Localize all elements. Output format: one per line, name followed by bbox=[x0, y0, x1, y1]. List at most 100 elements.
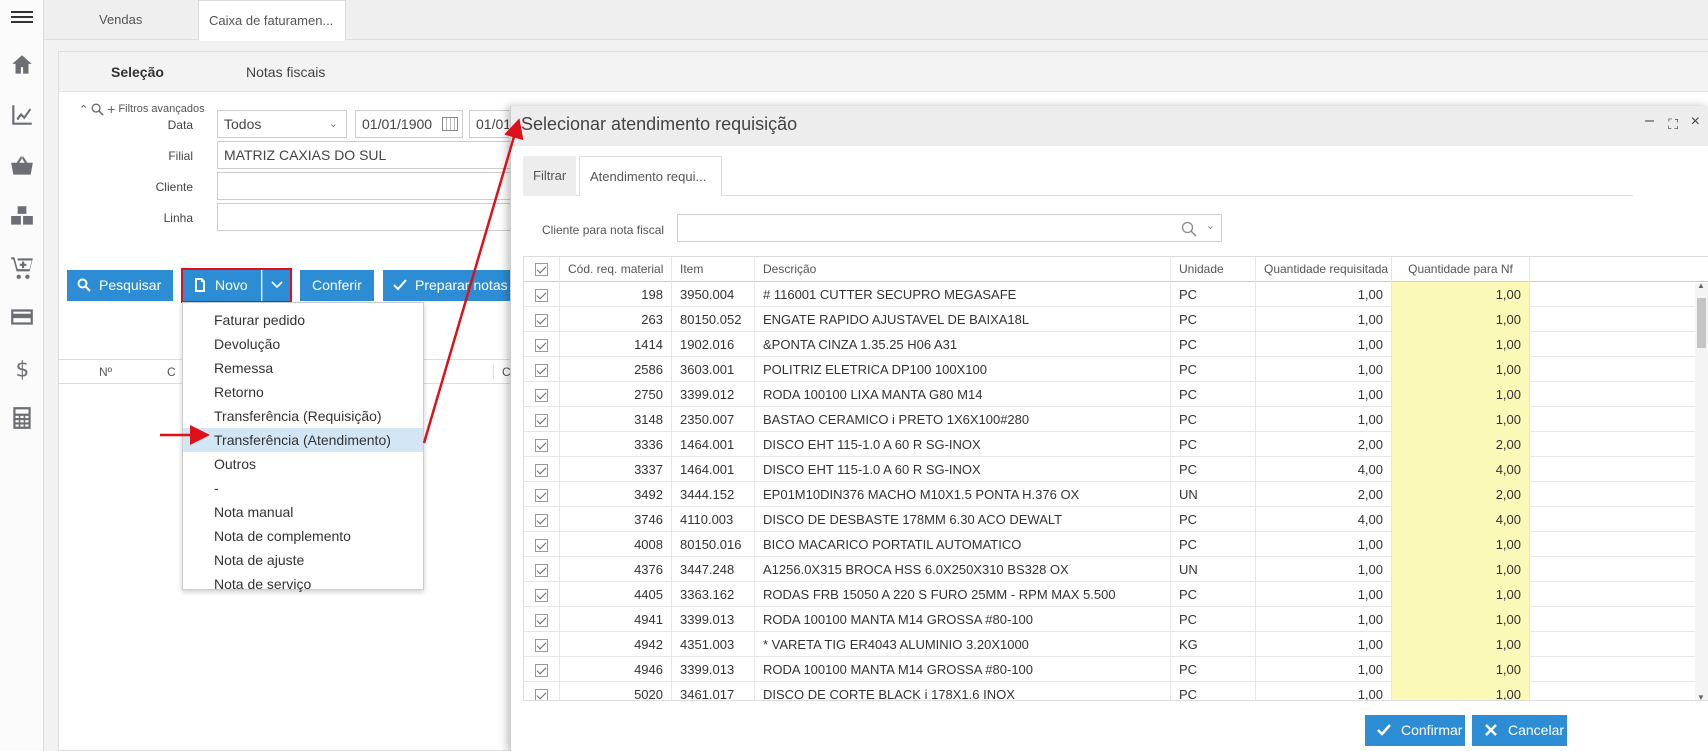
row-checkbox[interactable] bbox=[524, 457, 560, 482]
linha-input[interactable] bbox=[217, 203, 517, 231]
cell-quantidade-nf[interactable]: 1,00 bbox=[1392, 682, 1530, 700]
cell-quantidade-nf[interactable]: 1,00 bbox=[1392, 307, 1530, 332]
novo-dropdown-toggle[interactable] bbox=[262, 270, 290, 301]
col-numero[interactable]: Nº bbox=[99, 365, 112, 379]
col-cod-req[interactable]: Cód. req. material bbox=[560, 257, 672, 282]
confirmar-button[interactable]: Confirmar bbox=[1365, 715, 1465, 746]
cart-add-icon[interactable] bbox=[9, 254, 35, 280]
menu-item-retorno[interactable]: Retorno bbox=[183, 380, 423, 404]
row-checkbox[interactable] bbox=[524, 682, 560, 700]
row-checkbox[interactable] bbox=[524, 657, 560, 682]
menu-item-outros[interactable]: Outros bbox=[183, 452, 423, 476]
tab-atendimento-requisicao[interactable]: Atendimento requi... bbox=[579, 156, 722, 197]
table-row[interactable]: 4942 4351.003 * VARETA TIG ER4043 ALUMINIO… bbox=[524, 632, 1708, 657]
table-row[interactable]: 2586 3603.001 POLITRIZ ELETRICA DP100 100X… bbox=[524, 357, 1708, 382]
table-row[interactable]: 3492 3444.152 EP01M10DIN376 MACHO M10X1.5 … bbox=[524, 482, 1708, 507]
table-row[interactable]: 3746 4110.003 DISCO DE DESBASTE 178MM 6.30… bbox=[524, 507, 1708, 532]
row-checkbox[interactable] bbox=[524, 282, 560, 307]
filial-input[interactable]: MATRIZ CAXIAS DO SUL bbox=[217, 141, 517, 169]
table-row[interactable]: 4376 3447.248 A1256.0X315 BROCA HSS 6.0X25… bbox=[524, 557, 1708, 582]
cell-quantidade-nf[interactable]: 1,00 bbox=[1392, 407, 1530, 432]
cell-quantidade-nf[interactable]: 4,00 bbox=[1392, 507, 1530, 532]
close-icon[interactable]: × bbox=[1691, 113, 1700, 131]
row-checkbox[interactable] bbox=[524, 382, 560, 407]
col-quantidade-requisitada[interactable]: Quantidade requisitada bbox=[1256, 257, 1392, 282]
row-checkbox[interactable] bbox=[524, 582, 560, 607]
col-quantidade-nf[interactable]: Quantidade para Nf bbox=[1392, 257, 1530, 282]
home-icon[interactable] bbox=[9, 52, 35, 78]
row-checkbox[interactable] bbox=[524, 632, 560, 657]
table-row[interactable]: 198 3950.004 # 116001 CUTTER SECUPRO MEGAS… bbox=[524, 282, 1708, 307]
maximize-icon[interactable]: ⛶ bbox=[1668, 116, 1678, 133]
row-checkbox[interactable] bbox=[524, 557, 560, 582]
row-checkbox[interactable] bbox=[524, 357, 560, 382]
cell-quantidade-nf[interactable]: 1,00 bbox=[1392, 532, 1530, 557]
preparar-notas-button[interactable]: Preparar notas bbox=[383, 270, 511, 301]
menu-item-nota-servico[interactable]: Nota de serviço bbox=[183, 572, 423, 596]
table-row[interactable]: 4941 3399.013 RODA 100100 MANTA M14 GROSSA… bbox=[524, 607, 1708, 632]
cell-quantidade-nf[interactable]: 1,00 bbox=[1392, 382, 1530, 407]
table-row[interactable]: 4405 3363.162 RODAS FRB 15050 A 220 S FURO… bbox=[524, 582, 1708, 607]
menu-item-nota-complemento[interactable]: Nota de complemento bbox=[183, 524, 423, 548]
row-checkbox[interactable] bbox=[524, 532, 560, 557]
scroll-up-icon[interactable]: ▲ bbox=[1697, 281, 1705, 290]
boxes-icon[interactable] bbox=[9, 203, 35, 229]
conferir-button[interactable]: Conferir bbox=[300, 270, 374, 301]
data-select[interactable]: Todos ⌄ bbox=[217, 110, 347, 138]
menu-item-remessa[interactable]: Remessa bbox=[183, 356, 423, 380]
cell-quantidade-nf[interactable]: 1,00 bbox=[1392, 557, 1530, 582]
calculator-icon[interactable] bbox=[9, 405, 35, 431]
grid-scrollbar[interactable]: ▲ ▼ bbox=[1695, 281, 1708, 700]
cell-quantidade-nf[interactable]: 1,00 bbox=[1392, 357, 1530, 382]
row-checkbox[interactable] bbox=[524, 307, 560, 332]
menu-item-faturar-pedido[interactable]: Faturar pedido bbox=[183, 308, 423, 332]
cliente-input[interactable] bbox=[217, 172, 517, 200]
col-item[interactable]: Item bbox=[672, 257, 755, 282]
tab-selecao[interactable]: Seleção bbox=[111, 52, 164, 92]
chevron-down-icon[interactable]: ⌄ bbox=[1206, 219, 1215, 232]
tab-vendas[interactable]: Vendas bbox=[89, 0, 152, 40]
cancelar-button[interactable]: Cancelar bbox=[1472, 715, 1567, 746]
advanced-filters-toggle[interactable]: ⌃ + Filtros avançados bbox=[79, 101, 205, 117]
cell-quantidade-nf[interactable]: 1,00 bbox=[1392, 582, 1530, 607]
date-from-input[interactable]: 01/01/1900 bbox=[355, 110, 463, 138]
row-checkbox[interactable] bbox=[524, 507, 560, 532]
table-row[interactable]: 5020 3461.017 DISCO DE CORTE BLACK i 178X1… bbox=[524, 682, 1708, 700]
menu-item-transferencia-requisicao[interactable]: Transferência (Requisição) bbox=[183, 404, 423, 428]
row-checkbox[interactable] bbox=[524, 332, 560, 357]
row-checkbox[interactable] bbox=[524, 407, 560, 432]
cell-quantidade-nf[interactable]: 1,00 bbox=[1392, 282, 1530, 307]
menu-item-nota-ajuste[interactable]: Nota de ajuste bbox=[183, 548, 423, 572]
search-icon[interactable] bbox=[1181, 221, 1197, 237]
credit-card-icon[interactable] bbox=[9, 304, 35, 330]
pesquisar-button[interactable]: Pesquisar bbox=[67, 270, 173, 301]
table-row[interactable]: 263 80150.052 ENGATE RAPIDO AJUSTAVEL DE B… bbox=[524, 307, 1708, 332]
table-row[interactable]: 4946 3399.013 RODA 100100 MANTA M14 GROSSA… bbox=[524, 657, 1708, 682]
tab-notas-fiscais[interactable]: Notas fiscais bbox=[246, 52, 325, 92]
cell-quantidade-nf[interactable]: 2,00 bbox=[1392, 482, 1530, 507]
menu-icon[interactable] bbox=[11, 8, 33, 26]
cliente-nota-fiscal-input[interactable]: ⌄ bbox=[677, 214, 1222, 242]
menu-item-nota-manual[interactable]: Nota manual bbox=[183, 500, 423, 524]
row-checkbox[interactable] bbox=[524, 432, 560, 457]
date-to-input[interactable]: 01/01 bbox=[469, 110, 509, 138]
scroll-down-icon[interactable]: ▼ bbox=[1697, 693, 1705, 700]
tab-caixa-faturamento[interactable]: Caixa de faturamen... bbox=[198, 0, 346, 41]
cell-quantidade-nf[interactable]: 1,00 bbox=[1392, 607, 1530, 632]
tab-filtrar[interactable]: Filtrar bbox=[523, 156, 577, 196]
table-row[interactable]: 1414 1902.016 &PONTA CINZA 1.35.25 H06 A31… bbox=[524, 332, 1708, 357]
table-row[interactable]: 3337 1464.001 DISCO EHT 115-1.0 A 60 R SG-… bbox=[524, 457, 1708, 482]
chart-line-icon[interactable] bbox=[9, 102, 35, 128]
cell-quantidade-nf[interactable]: 1,00 bbox=[1392, 657, 1530, 682]
table-row[interactable]: 3336 1464.001 DISCO EHT 115-1.0 A 60 R SG-… bbox=[524, 432, 1708, 457]
table-row[interactable]: 4008 80150.016 BICO MACARICO PORTATIL AUTO… bbox=[524, 532, 1708, 557]
cell-quantidade-nf[interactable]: 1,00 bbox=[1392, 632, 1530, 657]
row-checkbox[interactable] bbox=[524, 607, 560, 632]
cell-quantidade-nf[interactable]: 4,00 bbox=[1392, 457, 1530, 482]
cell-quantidade-nf[interactable]: 1,00 bbox=[1392, 332, 1530, 357]
minimize-icon[interactable]: – bbox=[1645, 112, 1654, 130]
basket-icon[interactable] bbox=[9, 153, 35, 179]
novo-button[interactable]: Novo bbox=[183, 270, 261, 301]
menu-item-transferencia-atendimento[interactable]: Transferência (Atendimento) bbox=[183, 428, 423, 452]
scrollbar-thumb[interactable] bbox=[1697, 298, 1706, 348]
